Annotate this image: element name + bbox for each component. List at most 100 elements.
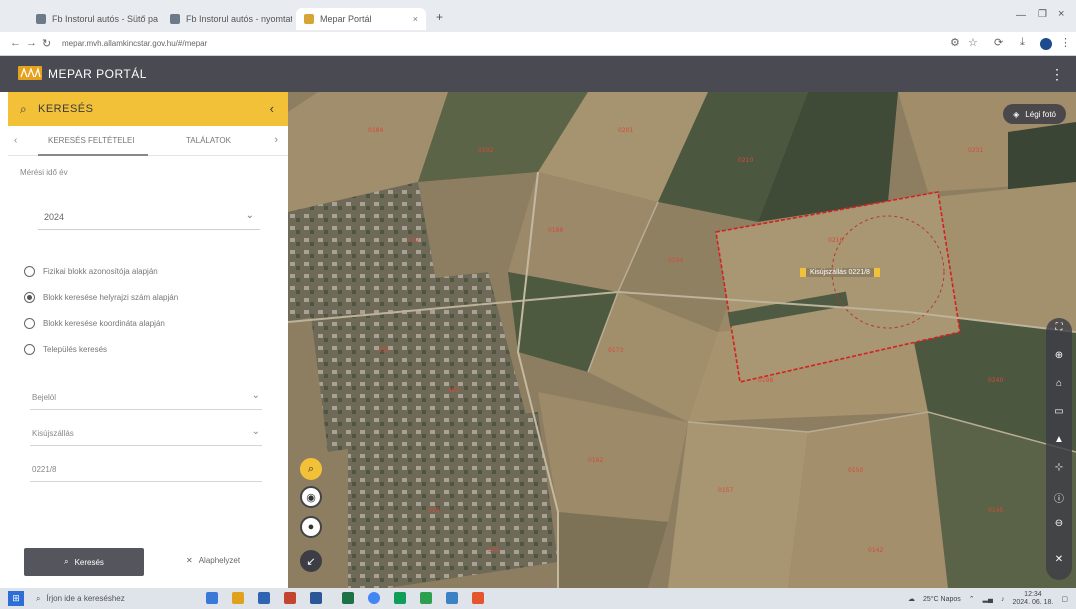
- radio-block-id[interactable]: Fizikai blokk azonosítója alapján: [24, 266, 158, 277]
- bookmark-star-icon[interactable]: ☆: [968, 36, 978, 49]
- radio-coordinate[interactable]: Blokk keresése koordináta alapján: [24, 318, 165, 329]
- close-window-icon[interactable]: ×: [1058, 8, 1064, 20]
- task-view-icon[interactable]: [206, 592, 218, 604]
- network-icon[interactable]: ▂▄: [983, 595, 993, 603]
- volume-icon[interactable]: ♪: [1001, 596, 1005, 603]
- browser-menu-icon[interactable]: ⋮: [1060, 36, 1071, 49]
- new-tab-button[interactable]: +: [436, 10, 443, 24]
- chrome-icon[interactable]: [368, 592, 380, 604]
- collapse-icon[interactable]: ↙: [300, 550, 322, 572]
- search-icon: ⌕: [36, 594, 41, 603]
- tab-scroll-right-icon[interactable]: ›: [274, 134, 278, 146]
- year-select[interactable]: 2024 ⌄: [38, 204, 260, 230]
- word-icon[interactable]: [310, 592, 322, 604]
- search-button-label: Keresés: [74, 557, 104, 567]
- back-icon[interactable]: ←: [10, 37, 21, 49]
- svg-text:318: 318: [428, 507, 440, 514]
- taskbar-search[interactable]: ⌕ Írjon ide a kereséshez: [36, 591, 186, 606]
- svg-text:0240: 0240: [988, 377, 1003, 384]
- browser-tab-1[interactable]: Fb Instorul autós - Sütő papír ×: [28, 8, 158, 30]
- radio-circle-selected[interactable]: [24, 292, 35, 303]
- browser-tab-2[interactable]: Fb Instorul autós - nyomtatás ×: [162, 8, 292, 30]
- search-icon[interactable]: ⌕: [300, 458, 322, 480]
- tab-results[interactable]: TALÁLATOK: [186, 136, 231, 145]
- browser-tab-3[interactable]: Mepar Portál ×: [296, 8, 426, 30]
- base-layer-toggle[interactable]: ◈ Légi fotó: [1003, 104, 1066, 124]
- collapse-panel-icon[interactable]: ‹: [270, 101, 274, 116]
- svg-text:0194: 0194: [668, 257, 683, 264]
- close-icon: ✕: [186, 556, 193, 565]
- firefox-icon[interactable]: [472, 592, 484, 604]
- office-icon[interactable]: [284, 592, 296, 604]
- tab-search-criteria[interactable]: KERESÉS FELTÉTELEI: [38, 136, 148, 156]
- location-icon[interactable]: ●: [300, 516, 322, 538]
- radio-parcel-number[interactable]: Blokk keresése helyrajzi szám alapján: [24, 292, 178, 303]
- forward-icon[interactable]: →: [26, 37, 37, 49]
- sync-icon[interactable]: ⟳: [994, 36, 1003, 49]
- home-icon[interactable]: ⌂: [1046, 378, 1072, 389]
- chevron-up-icon[interactable]: ⌃: [969, 595, 975, 603]
- radio-label: Település keresés: [43, 345, 108, 354]
- svg-text:0201: 0201: [618, 127, 633, 134]
- layers-icon: ◈: [1013, 109, 1020, 119]
- radio-circle[interactable]: [24, 318, 35, 329]
- edge-icon[interactable]: [394, 592, 406, 604]
- svg-text:0188: 0188: [548, 227, 563, 234]
- extensions-icon[interactable]: ⚙: [950, 36, 960, 49]
- svg-text:0216: 0216: [828, 237, 843, 244]
- zoom-in-icon[interactable]: ⊕: [1046, 350, 1072, 361]
- maps-app-icon[interactable]: [420, 592, 432, 604]
- parcel-number-input[interactable]: 0221/8: [30, 456, 262, 482]
- more-vertical-icon[interactable]: ⋮: [1050, 66, 1064, 83]
- store-icon[interactable]: [446, 592, 458, 604]
- active-tab-indicator: [38, 154, 148, 156]
- search-button[interactable]: ⌕ Keresés: [24, 548, 144, 576]
- tab-label: Fb Instorul autós - nyomtatás: [186, 14, 292, 24]
- tab-favicon-icon: [304, 14, 314, 24]
- maximize-icon[interactable]: ❐: [1038, 9, 1047, 20]
- address-field[interactable]: mepar.mvh.allamkincstar.gov.hu/#/mepar: [62, 36, 942, 52]
- tab-scroll-left-icon[interactable]: ‹: [14, 135, 17, 146]
- tab-label: KERESÉS FELTÉTELEI: [48, 136, 135, 145]
- year-value: 2024: [44, 212, 65, 222]
- profile-avatar[interactable]: [1040, 38, 1052, 50]
- map-view[interactable]: 0184 0192 0201 0210 0231 012 0188 0194 0216 45…: [288, 92, 1076, 588]
- tab-label: TALÁLATOK: [186, 136, 231, 145]
- mail-icon[interactable]: [258, 592, 270, 604]
- radio-circle[interactable]: [24, 344, 35, 355]
- close-tab-icon[interactable]: ×: [413, 14, 418, 24]
- clock[interactable]: 12:34 2024. 06. 18.: [1013, 591, 1054, 607]
- taskbar-search-placeholder: Írjon ide a kereséshez: [46, 594, 125, 603]
- notifications-icon[interactable]: ▢: [1061, 595, 1068, 603]
- county-select[interactable]: Bejelöl ⌄: [30, 384, 262, 410]
- info-icon[interactable]: ⓘ: [1046, 490, 1072, 505]
- download-icon[interactable]: ⤓: [1020, 36, 1025, 49]
- svg-text:301: 301: [488, 547, 500, 554]
- north-arrow-icon[interactable]: ▲: [1046, 434, 1072, 445]
- tab-label: Fb Instorul autós - Sütő papír: [52, 14, 158, 24]
- reload-icon[interactable]: ↻: [42, 37, 51, 50]
- crosshair-icon[interactable]: ⊹: [1046, 462, 1072, 473]
- system-tray: ☁ 25°C Napos ⌃ ▂▄ ♪ 12:34 2024. 06. 18. …: [908, 591, 1068, 607]
- svg-text:0145: 0145: [988, 507, 1003, 514]
- fullscreen-icon[interactable]: ⛶: [1046, 322, 1072, 333]
- county-value: Bejelöl: [32, 393, 57, 402]
- clear-button[interactable]: ✕ Alaphelyzet: [186, 556, 240, 565]
- windows-start-icon[interactable]: ⊞: [8, 591, 24, 606]
- close-icon[interactable]: ✕: [1046, 554, 1072, 565]
- chevron-down-icon: ⌄: [251, 390, 260, 401]
- radio-settlement[interactable]: Település keresés: [24, 344, 107, 355]
- radio-circle[interactable]: [24, 266, 35, 277]
- browser-tab-bar: Fb Instorul autós - Sütő papír × Fb Inst…: [0, 0, 1076, 32]
- svg-text:455: 455: [378, 347, 390, 354]
- app-title: MEPAR PORTÁL: [48, 67, 147, 81]
- settlement-select[interactable]: Kisújszállás ⌄: [30, 420, 262, 446]
- layers-icon[interactable]: ◉: [300, 486, 322, 508]
- minimize-icon[interactable]: —: [1016, 10, 1026, 21]
- zoom-out-icon[interactable]: ⊖: [1046, 518, 1072, 529]
- weather-text[interactable]: 25°C Napos: [923, 596, 961, 603]
- ruler-icon[interactable]: ▭: [1046, 406, 1072, 417]
- file-explorer-icon[interactable]: [232, 592, 244, 604]
- search-icon: ⌕: [64, 557, 69, 566]
- excel-icon[interactable]: [342, 592, 354, 604]
